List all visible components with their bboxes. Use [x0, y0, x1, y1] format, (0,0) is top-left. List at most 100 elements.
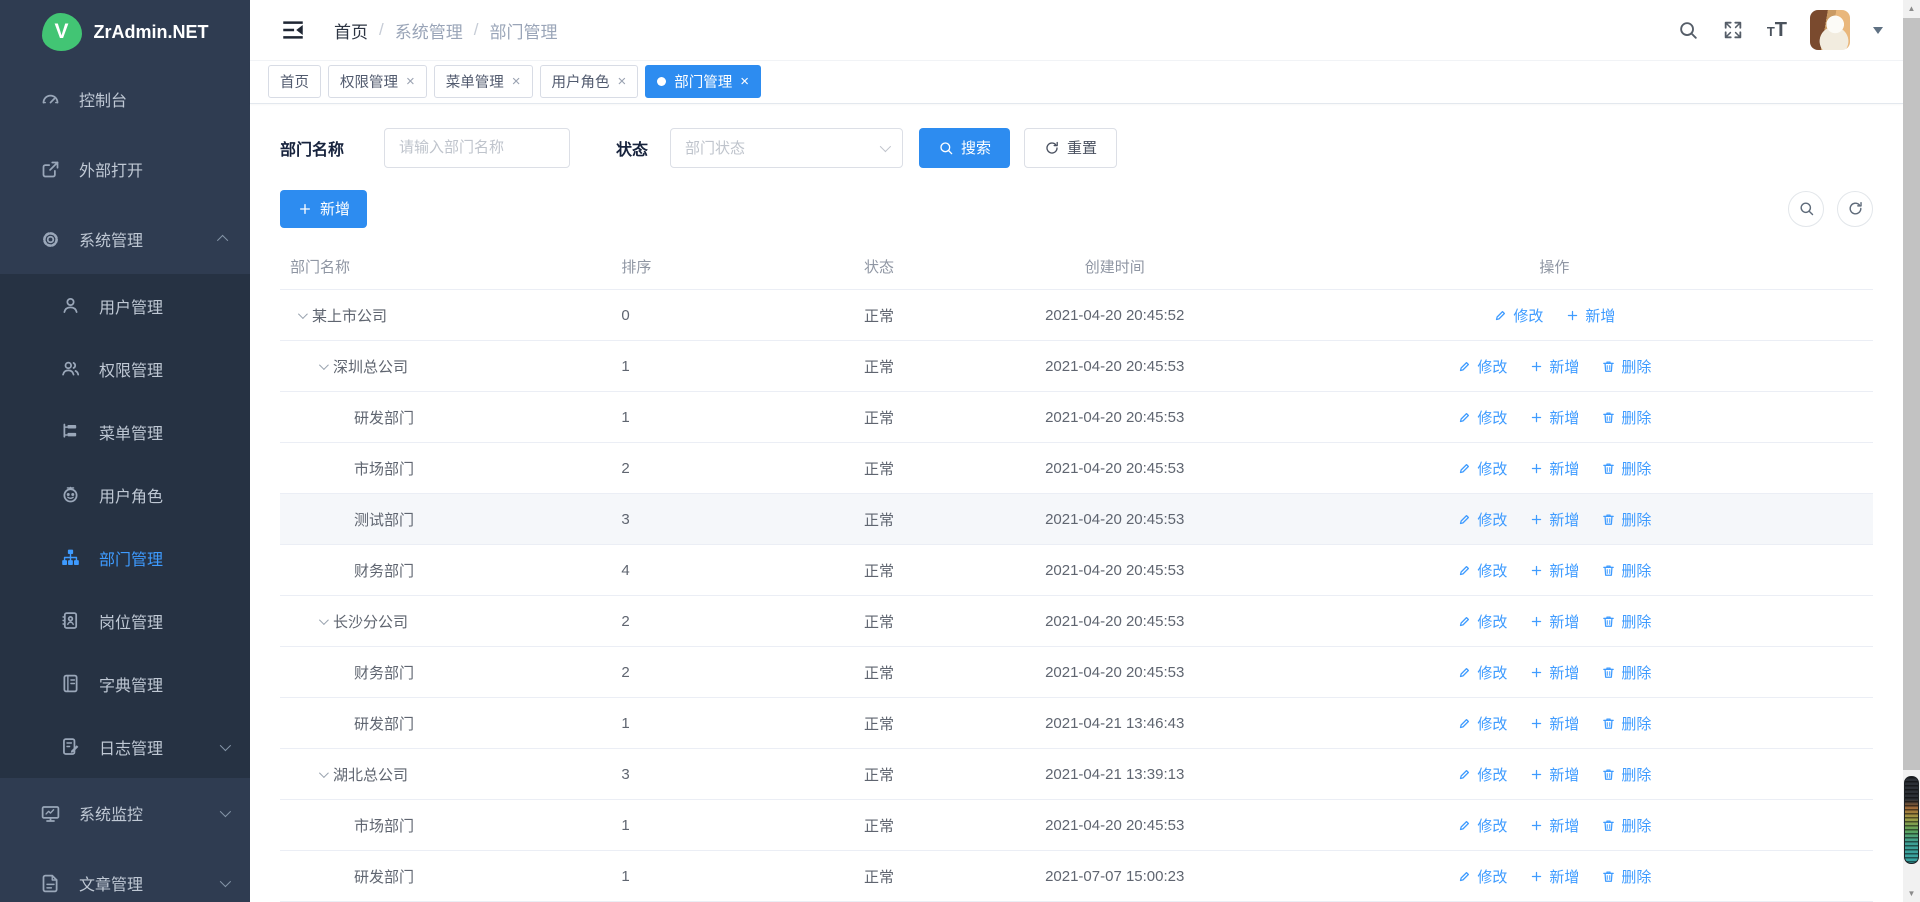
- chevron-down-icon: [220, 806, 231, 817]
- tab-menu[interactable]: 菜单管理×: [434, 65, 533, 98]
- font-size-icon[interactable]: TT: [1767, 20, 1787, 40]
- row-actions: 修改 新增 删除: [1236, 356, 1873, 377]
- add-link[interactable]: 新增: [1529, 509, 1579, 530]
- add-link[interactable]: 新增: [1529, 407, 1579, 428]
- status-cell: 正常: [764, 341, 993, 392]
- delete-link[interactable]: 删除: [1601, 509, 1651, 530]
- created-time-cell: 2021-04-21 13:46:43: [994, 698, 1236, 749]
- sidebar-item-system-monitor[interactable]: 系统监控: [0, 778, 250, 848]
- add-link[interactable]: 新增: [1529, 611, 1579, 632]
- delete-link[interactable]: 删除: [1601, 815, 1651, 836]
- delete-link[interactable]: 删除: [1601, 662, 1651, 683]
- delete-link[interactable]: 删除: [1601, 407, 1651, 428]
- edit-link-label: 修改: [1513, 305, 1543, 326]
- add-link[interactable]: 新增: [1565, 305, 1615, 326]
- add-link[interactable]: 新增: [1529, 662, 1579, 683]
- page-scrollbar[interactable]: ▲ ▼: [1903, 0, 1920, 902]
- tab-close-icon[interactable]: ×: [512, 74, 521, 89]
- status-select[interactable]: 部门状态: [670, 128, 903, 168]
- sidebar-item-log-admin[interactable]: 日志管理: [0, 715, 250, 778]
- edit-link[interactable]: 修改: [1457, 713, 1507, 734]
- sidebar-item-user-role[interactable]: 用户角色: [0, 463, 250, 526]
- user-role-icon: [60, 484, 81, 505]
- tab-close-icon[interactable]: ×: [740, 74, 749, 89]
- add-link[interactable]: 新增: [1529, 815, 1579, 836]
- delete-link[interactable]: 删除: [1601, 458, 1651, 479]
- edit-link[interactable]: 修改: [1457, 764, 1507, 785]
- sidebar-item-user-admin[interactable]: 用户管理: [0, 274, 250, 337]
- chevron-down-icon[interactable]: [1873, 27, 1883, 39]
- tab-close-icon[interactable]: ×: [406, 74, 415, 89]
- breadcrumb-item[interactable]: 首页: [334, 18, 368, 43]
- avatar[interactable]: [1810, 10, 1850, 50]
- edit-link[interactable]: 修改: [1457, 611, 1507, 632]
- reset-button[interactable]: 重置: [1024, 128, 1117, 168]
- add-link[interactable]: 新增: [1529, 866, 1579, 887]
- add-link[interactable]: 新增: [1529, 560, 1579, 581]
- add-link[interactable]: 新增: [1529, 458, 1579, 479]
- table-search-button[interactable]: [1788, 191, 1824, 227]
- expand-row-icon[interactable]: [311, 618, 333, 625]
- sidebar-item-system-admin[interactable]: 系统管理: [0, 204, 250, 274]
- edit-link[interactable]: 修改: [1457, 356, 1507, 377]
- breadcrumb-item[interactable]: 系统管理: [395, 18, 463, 43]
- add-link[interactable]: 新增: [1529, 713, 1579, 734]
- sidebar-item-dict-admin[interactable]: 字典管理: [0, 652, 250, 715]
- search-icon: [1798, 200, 1815, 217]
- delete-link[interactable]: 删除: [1601, 713, 1651, 734]
- dept-name-wrap: 市场部门: [290, 458, 611, 479]
- plus-icon: [1529, 665, 1544, 680]
- edit-link[interactable]: 修改: [1457, 458, 1507, 479]
- status-cell: 正常: [764, 749, 993, 800]
- add-link[interactable]: 新增: [1529, 356, 1579, 377]
- dept-name-input[interactable]: [384, 128, 570, 168]
- sidebar-item-dashboard[interactable]: 控制台: [0, 64, 250, 134]
- expand-row-icon[interactable]: [311, 363, 333, 370]
- tab-close-icon[interactable]: ×: [618, 74, 627, 89]
- sidebar-item-menu-admin[interactable]: 菜单管理: [0, 400, 250, 463]
- chevron-down-icon: [880, 140, 891, 151]
- table-row: 某上市公司0正常2021-04-20 20:45:52修改新增: [280, 290, 1873, 341]
- status-label: 状态: [616, 136, 648, 160]
- add-button[interactable]: 新增: [280, 190, 367, 228]
- scrollbar-thumb[interactable]: [1903, 18, 1920, 770]
- sidebar-item-dept-admin[interactable]: 部门管理: [0, 526, 250, 589]
- delete-link[interactable]: 删除: [1601, 560, 1651, 581]
- trash-icon: [1601, 767, 1616, 782]
- delete-link[interactable]: 删除: [1601, 611, 1651, 632]
- search-button[interactable]: 搜索: [919, 128, 1010, 168]
- edit-link[interactable]: 修改: [1457, 866, 1507, 887]
- edit-link[interactable]: 修改: [1493, 305, 1543, 326]
- row-actions: 修改 新增 删除: [1236, 866, 1873, 887]
- delete-link[interactable]: 删除: [1601, 764, 1651, 785]
- fullscreen-icon[interactable]: [1722, 19, 1744, 41]
- tab-permission[interactable]: 权限管理×: [328, 65, 427, 98]
- add-link[interactable]: 新增: [1529, 764, 1579, 785]
- expand-row-icon[interactable]: [311, 771, 333, 778]
- edit-link[interactable]: 修改: [1457, 407, 1507, 428]
- edit-link[interactable]: 修改: [1457, 662, 1507, 683]
- chevron-down-icon: [318, 360, 328, 370]
- tab-role[interactable]: 用户角色×: [540, 65, 639, 98]
- edit-link[interactable]: 修改: [1457, 815, 1507, 836]
- sidebar-item-permission-admin[interactable]: 权限管理: [0, 337, 250, 400]
- tab-dept[interactable]: 部门管理×: [645, 65, 761, 98]
- scrollbar-up-arrow[interactable]: ▲: [1903, 0, 1920, 17]
- plus-icon: [1529, 869, 1544, 884]
- expand-row-icon[interactable]: [290, 312, 312, 319]
- status-cell: 正常: [764, 596, 993, 647]
- sidebar-item-external-open[interactable]: 外部打开: [0, 134, 250, 204]
- tab-home[interactable]: 首页: [268, 65, 321, 98]
- search-icon[interactable]: [1677, 19, 1699, 41]
- app-logo[interactable]: V ZrAdmin.NET: [0, 0, 250, 64]
- edit-link[interactable]: 修改: [1457, 560, 1507, 581]
- scrollbar-down-arrow[interactable]: ▼: [1903, 885, 1920, 902]
- sidebar-collapse-icon[interactable]: [280, 17, 306, 43]
- delete-link[interactable]: 删除: [1601, 866, 1651, 887]
- edit-icon: [1457, 461, 1472, 476]
- delete-link[interactable]: 删除: [1601, 356, 1651, 377]
- sidebar-item-article-admin[interactable]: 文章管理: [0, 848, 250, 902]
- table-refresh-button[interactable]: [1837, 191, 1873, 227]
- edit-link[interactable]: 修改: [1457, 509, 1507, 530]
- sidebar-item-post-admin[interactable]: 岗位管理: [0, 589, 250, 652]
